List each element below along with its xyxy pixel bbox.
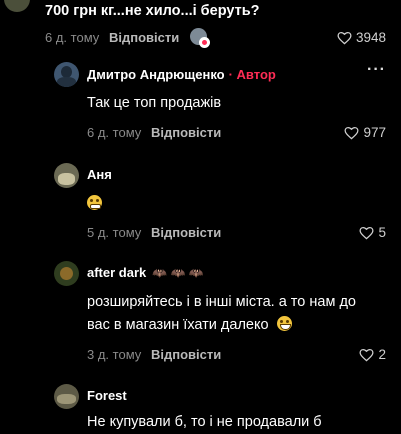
reply-like-count: 977 xyxy=(363,125,386,140)
reply-text-line-2-text: вас в магазин їхати далеко xyxy=(87,317,269,333)
reply-timestamp: 5 д. тому xyxy=(87,225,142,240)
parent-reply-button[interactable]: Відповісти xyxy=(109,30,179,45)
heart-outline-icon xyxy=(360,348,374,361)
reply-reply-button[interactable]: Відповісти xyxy=(151,225,221,240)
reply-author-row: Дмитро Андрющенко · Автор xyxy=(87,67,276,82)
reply-like-button[interactable]: 977 xyxy=(344,125,386,140)
reply-avatar[interactable] xyxy=(54,163,79,188)
reply-author-name[interactable]: Forest xyxy=(87,388,127,403)
reply-reply-button[interactable]: Відповісти xyxy=(151,347,221,362)
reply-avatar[interactable] xyxy=(54,384,79,409)
reply-reply-button[interactable]: Відповісти xyxy=(151,125,221,140)
parent-like-button[interactable]: 3948 xyxy=(337,30,386,45)
reply-avatar[interactable] xyxy=(54,62,79,87)
creator-liked-badge xyxy=(190,28,210,48)
reply-like-count: 2 xyxy=(378,347,386,362)
heart-outline-icon xyxy=(345,126,359,139)
reply-text-line-2: вас в магазин їхати далеко xyxy=(87,314,292,337)
heart-outline-icon xyxy=(360,226,374,239)
reply-text: Так це топ продажів xyxy=(87,95,222,111)
parent-timestamp: 6 д. тому xyxy=(45,30,100,45)
grinning-face-icon xyxy=(276,316,292,331)
reply-like-button[interactable]: 5 xyxy=(359,225,386,240)
parent-avatar[interactable] xyxy=(4,0,30,12)
small-heart-icon xyxy=(199,37,210,48)
reply-timestamp: 3 д. тому xyxy=(87,347,142,362)
parent-comment-text: 700 грн кг...не хило...і беруть? xyxy=(45,3,260,19)
grimacing-face-icon xyxy=(87,195,102,210)
more-options-button[interactable]: ··· xyxy=(367,61,386,79)
parent-like-count: 3948 xyxy=(355,30,386,45)
reply-like-count: 5 xyxy=(378,225,386,240)
author-badge: · Автор xyxy=(228,67,276,82)
reply-like-button[interactable]: 2 xyxy=(359,347,386,362)
reply-author-name[interactable]: Аня xyxy=(87,167,112,182)
reply-avatar[interactable] xyxy=(54,261,79,286)
reply-text: Не купували б, то і не продавали б xyxy=(87,414,322,430)
heart-outline-icon xyxy=(337,31,352,44)
bat-emoji-suffix: 🦇 🦇 🦇 xyxy=(152,265,204,280)
reply-author-name[interactable]: after dark xyxy=(87,265,146,280)
reply-author-name[interactable]: Дмитро Андрющенко xyxy=(87,67,225,82)
reply-timestamp: 6 д. тому xyxy=(87,125,142,140)
reply-author-row: after dark 🦇 🦇 🦇 xyxy=(87,265,204,280)
reply-text-line-1: розширяйтесь і в інші міста. а то нам до xyxy=(87,294,356,310)
reply-text xyxy=(87,195,102,213)
